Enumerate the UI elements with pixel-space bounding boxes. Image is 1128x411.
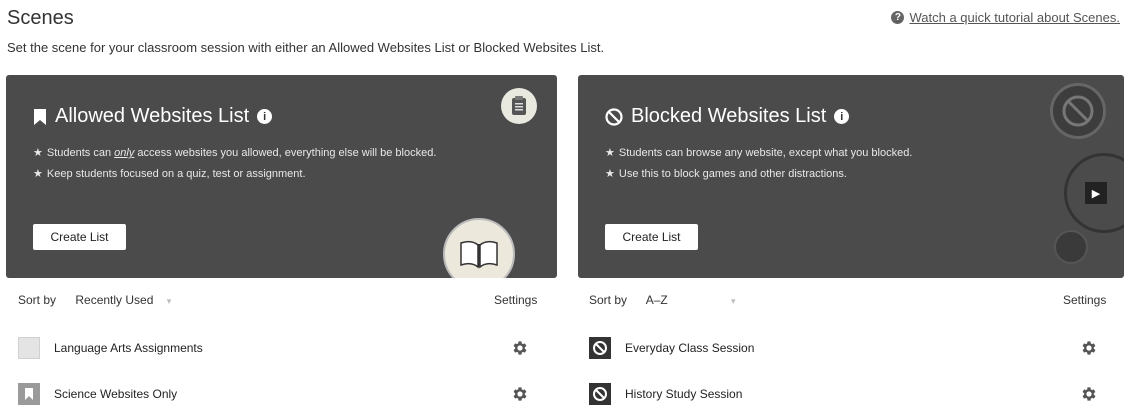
allowed-websites-card: Allowed Websites List i ★ Students can on… [6,75,557,278]
star-icon: ★ [33,168,43,180]
book-icon [443,218,515,278]
list-item[interactable]: Language Arts Assignments [18,334,203,362]
chevron-down-icon[interactable]: ▾ [731,296,736,306]
star-icon: ★ [605,147,615,159]
blocked-card-title-text: Blocked Websites List [631,105,827,127]
info-icon[interactable]: i [257,109,273,124]
allowed-bullet-1: ★ Students can only access websites you a… [33,147,437,159]
create-allowed-list-button[interactable]: Create List [33,224,126,250]
ban-thumb-icon [589,337,611,359]
help-icon: ? [891,11,905,24]
list-item[interactable]: Everyday Class Session [589,334,754,362]
star-icon: ★ [605,168,615,180]
star-icon: ★ [33,147,43,159]
create-blocked-list-button[interactable]: Create List [605,224,698,250]
blocked-settings-header: Settings [1063,293,1107,307]
gear-icon[interactable] [1080,385,1098,403]
ban-thumb-icon [589,383,611,405]
blocked-card-bullets: ★ Students can browse any website, except… [605,145,1065,187]
ban-deco-icon [1050,83,1106,139]
play-icon: ▶ [1085,182,1107,204]
allowed-card-title: Allowed Websites List i [33,105,273,128]
list-item-name[interactable]: Everyday Class Session [625,341,754,355]
gear-icon[interactable] [1080,339,1098,357]
blocked-sort-value[interactable]: A–Z [646,293,668,307]
list-item-name[interactable]: History Study Session [625,387,742,401]
page-title: Scenes [7,7,74,29]
decorative-circle [1054,230,1088,264]
gear-icon[interactable] [511,339,529,357]
allowed-card-bullets: ★ Students can only access websites you a… [33,145,493,187]
gear-icon[interactable] [511,385,529,403]
blocked-sort-control[interactable]: Sort by A–Z ▾ [589,293,736,307]
play-deco-icon: ▶ [1064,153,1124,233]
allowed-sort-value[interactable]: Recently Used [75,293,153,307]
tutorial-link-text[interactable]: Watch a quick tutorial about Scenes. [909,10,1120,25]
ban-icon [605,107,623,126]
document-icon [501,88,537,124]
list-item[interactable]: Science Websites Only [18,380,177,408]
allowed-card-title-text: Allowed Websites List [55,105,250,127]
tutorial-link[interactable]: ? Watch a quick tutorial about Scenes. [891,10,1120,25]
blocked-websites-card: Blocked Websites List i ★ Students can br… [578,75,1124,278]
allowed-settings-header: Settings [494,293,538,307]
chevron-down-icon[interactable]: ▾ [167,296,172,306]
allowed-bullet-2: ★ Keep students focused on a quiz, test o… [33,168,306,180]
list-item-name[interactable]: Language Arts Assignments [54,341,203,355]
list-item[interactable]: History Study Session [589,380,742,408]
bookmark-thumb-icon [18,383,40,405]
page-subtitle: Set the scene for your classroom session… [7,40,605,55]
bookmark-icon [33,108,47,125]
blocked-card-title: Blocked Websites List i [605,105,850,128]
allowed-sort-control[interactable]: Sort by Recently Used ▾ [18,293,171,307]
blocked-bullet-1: ★ Students can browse any website, except… [605,147,913,159]
blocked-bullet-2: ★ Use this to block games and other distr… [605,168,847,180]
bookmark-thumb-icon [18,337,40,359]
list-item-name[interactable]: Science Websites Only [54,387,177,401]
info-icon[interactable]: i [834,109,850,124]
